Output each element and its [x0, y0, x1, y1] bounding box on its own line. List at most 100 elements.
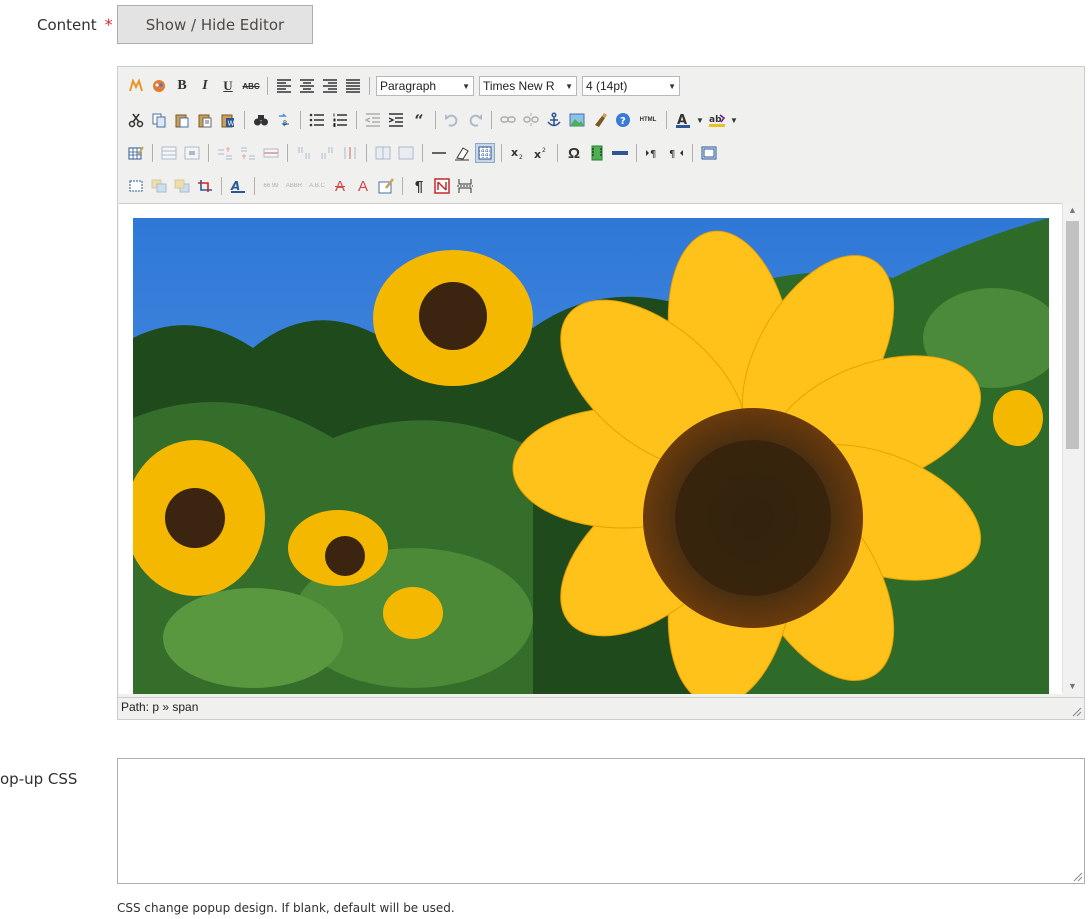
unlink-icon[interactable]: [521, 110, 541, 130]
popup-css-textarea[interactable]: [117, 758, 1085, 884]
table-row-props-icon[interactable]: [159, 143, 179, 163]
horizontal-rule-icon[interactable]: [429, 143, 449, 163]
cleanup-icon[interactable]: [590, 110, 610, 130]
deletion-icon[interactable]: A: [330, 176, 350, 196]
horizontal-line-icon[interactable]: [610, 143, 630, 163]
align-justify-icon[interactable]: [343, 76, 363, 96]
paste-text-icon[interactable]: [195, 110, 215, 130]
font-family-value: Times New R: [483, 79, 555, 93]
undo-icon[interactable]: [442, 110, 462, 130]
html-source-button[interactable]: HTML: [636, 110, 660, 130]
scrollbar-thumb[interactable]: [1066, 221, 1079, 449]
paste-icon[interactable]: [172, 110, 192, 130]
indent-icon[interactable]: [386, 110, 406, 130]
widget-icon[interactable]: [126, 76, 146, 96]
delete-col-icon[interactable]: [340, 143, 360, 163]
page-break-icon[interactable]: [455, 176, 475, 196]
cite-icon[interactable]: 66 99: [261, 176, 281, 196]
insert-col-before-icon[interactable]: [294, 143, 314, 163]
chevron-down-icon[interactable]: ▼: [730, 110, 738, 130]
bold-button[interactable]: B: [172, 76, 192, 96]
delete-row-icon[interactable]: [261, 143, 281, 163]
paste-word-icon[interactable]: W: [218, 110, 238, 130]
edit-table-icon[interactable]: [126, 143, 146, 163]
insertion-icon[interactable]: A: [353, 176, 373, 196]
acronym-icon[interactable]: A.B.C: [307, 176, 327, 196]
toolbar-separator: [356, 111, 357, 129]
block-format-select[interactable]: Paragraph ▼: [376, 76, 474, 96]
table-cell-props-icon[interactable]: [182, 143, 202, 163]
split-cells-icon[interactable]: [373, 143, 393, 163]
ltr-icon[interactable]: ¶: [643, 143, 663, 163]
align-left-icon[interactable]: [274, 76, 294, 96]
svg-text:W: W: [228, 120, 235, 128]
non-breaking-icon[interactable]: [432, 176, 452, 196]
move-forward-icon[interactable]: [149, 176, 169, 196]
background-color-icon[interactable]: ab: [707, 110, 727, 130]
insert-variable-icon[interactable]: [149, 76, 169, 96]
subscript-icon[interactable]: x2: [508, 143, 528, 163]
link-icon[interactable]: [498, 110, 518, 130]
align-center-icon[interactable]: [297, 76, 317, 96]
blockquote-icon[interactable]: “: [409, 110, 429, 130]
toolbar-separator: [501, 144, 502, 162]
chevron-down-icon: ▼: [668, 81, 676, 91]
show-hide-editor-button[interactable]: Show / Hide Editor: [117, 5, 313, 44]
superscript-icon[interactable]: x2: [531, 143, 551, 163]
abbreviation-icon[interactable]: ABBR: [284, 176, 304, 196]
resize-handle-icon[interactable]: [1073, 872, 1083, 882]
attributes-icon[interactable]: [376, 176, 396, 196]
anchor-icon[interactable]: [544, 110, 564, 130]
remove-format-icon[interactable]: [452, 143, 472, 163]
insert-layer-icon[interactable]: [126, 176, 146, 196]
svg-text:2: 2: [542, 147, 546, 154]
insert-media-icon[interactable]: [587, 143, 607, 163]
editor-scrollbar[interactable]: ▲ ▼: [1062, 203, 1083, 693]
text-color-icon[interactable]: A: [673, 110, 693, 130]
redo-icon[interactable]: [465, 110, 485, 130]
align-right-icon[interactable]: [320, 76, 340, 96]
cut-icon[interactable]: [126, 110, 146, 130]
font-family-select[interactable]: Times New R ▼: [479, 76, 577, 96]
insert-row-after-icon[interactable]: [238, 143, 258, 163]
replace-icon[interactable]: B: [274, 110, 294, 130]
toolbar-separator: [666, 111, 667, 129]
insert-col-after-icon[interactable]: [317, 143, 337, 163]
move-backward-icon[interactable]: [172, 176, 192, 196]
italic-button[interactable]: I: [195, 76, 215, 96]
help-icon[interactable]: ?: [613, 110, 633, 130]
rtl-icon[interactable]: ¶: [666, 143, 686, 163]
show-blocks-button[interactable]: ¶: [409, 176, 429, 196]
visual-aid-icon[interactable]: [475, 143, 495, 163]
copy-icon[interactable]: [149, 110, 169, 130]
toolbar-separator: [692, 144, 693, 162]
sunflower-image[interactable]: [133, 218, 1049, 694]
absolute-position-icon[interactable]: [195, 176, 215, 196]
chevron-down-icon[interactable]: ▼: [696, 110, 704, 130]
insert-image-icon[interactable]: [567, 110, 587, 130]
font-size-value: 4 (14pt): [586, 79, 628, 93]
required-mark: *: [104, 15, 113, 34]
merge-cells-icon[interactable]: [396, 143, 416, 163]
svg-text:B: B: [283, 120, 287, 127]
font-size-select[interactable]: 4 (14pt) ▼: [582, 76, 680, 96]
fullscreen-icon[interactable]: [699, 143, 719, 163]
svg-text:A: A: [230, 179, 240, 193]
editor-content-area[interactable]: [119, 203, 1063, 694]
special-char-button[interactable]: Ω: [564, 143, 584, 163]
style-props-icon[interactable]: A: [228, 176, 248, 196]
find-icon[interactable]: [251, 110, 271, 130]
scroll-down-icon[interactable]: ▼: [1068, 681, 1077, 691]
insert-row-before-icon[interactable]: [215, 143, 235, 163]
resize-handle-icon[interactable]: [1072, 707, 1082, 717]
strikethrough-button[interactable]: ABC: [241, 76, 261, 96]
outdent-icon[interactable]: [363, 110, 383, 130]
toolbar-row-3: x2 x2 Ω ¶ ¶: [126, 141, 719, 165]
numbered-list-icon[interactable]: [330, 110, 350, 130]
popup-css-note: CSS change popup design. If blank, defau…: [117, 901, 455, 915]
bullet-list-icon[interactable]: [307, 110, 327, 130]
underline-button[interactable]: U: [218, 76, 238, 96]
scroll-up-icon[interactable]: ▲: [1068, 205, 1077, 215]
toolbar-row-2: W B “ ? HTML A ▼ ab ▼: [126, 108, 738, 132]
editor-status-bar: Path: p » span: [118, 697, 1084, 719]
